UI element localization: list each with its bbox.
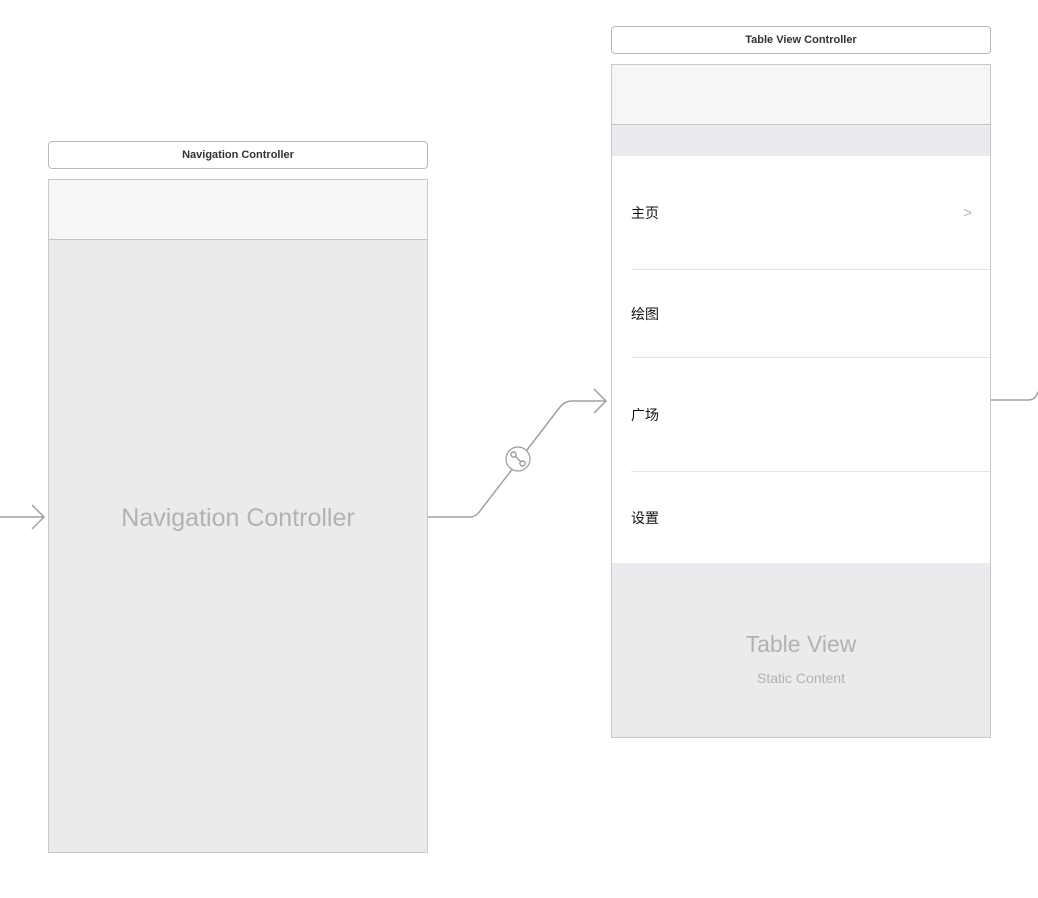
table-view-controller-scene-title[interactable]: Table View Controller bbox=[611, 26, 991, 54]
chevron-right-icon: > bbox=[963, 204, 972, 222]
table-cell-settings[interactable]: 设置 bbox=[612, 472, 990, 563]
navigation-controller-placeholder-label: Navigation Controller bbox=[121, 504, 355, 532]
navigation-bar[interactable] bbox=[49, 180, 427, 240]
table-cell-home[interactable]: 主页 > bbox=[612, 156, 990, 270]
outgoing-segue-line[interactable] bbox=[991, 391, 1038, 401]
table-view-sublabel: Static Content bbox=[757, 670, 845, 686]
initial-view-controller-arrow[interactable] bbox=[0, 504, 46, 530]
table-cell-square[interactable]: 广场 bbox=[612, 358, 990, 472]
table-section-footer bbox=[612, 563, 990, 579]
cell-label: 绘图 bbox=[631, 307, 659, 323]
segue-link-icon[interactable] bbox=[505, 446, 531, 472]
table-cell-drawing[interactable]: 绘图 bbox=[612, 270, 990, 358]
navigation-controller-scene[interactable]: Navigation Controller bbox=[48, 179, 428, 853]
storyboard-canvas: Navigation Controller Navigation Control… bbox=[0, 0, 1038, 898]
table-view-label: Table View bbox=[745, 631, 857, 657]
navigation-bar[interactable] bbox=[612, 65, 990, 125]
navigation-controller-scene-title[interactable]: Navigation Controller bbox=[48, 141, 428, 169]
table-section-header bbox=[612, 125, 990, 156]
table-view-controller-scene[interactable]: 主页 > 绘图 广场 设置 Table View Static Content bbox=[611, 64, 991, 738]
cell-label: 设置 bbox=[631, 510, 659, 527]
cell-label: 广场 bbox=[631, 408, 659, 424]
cell-label: 主页 bbox=[631, 206, 659, 222]
